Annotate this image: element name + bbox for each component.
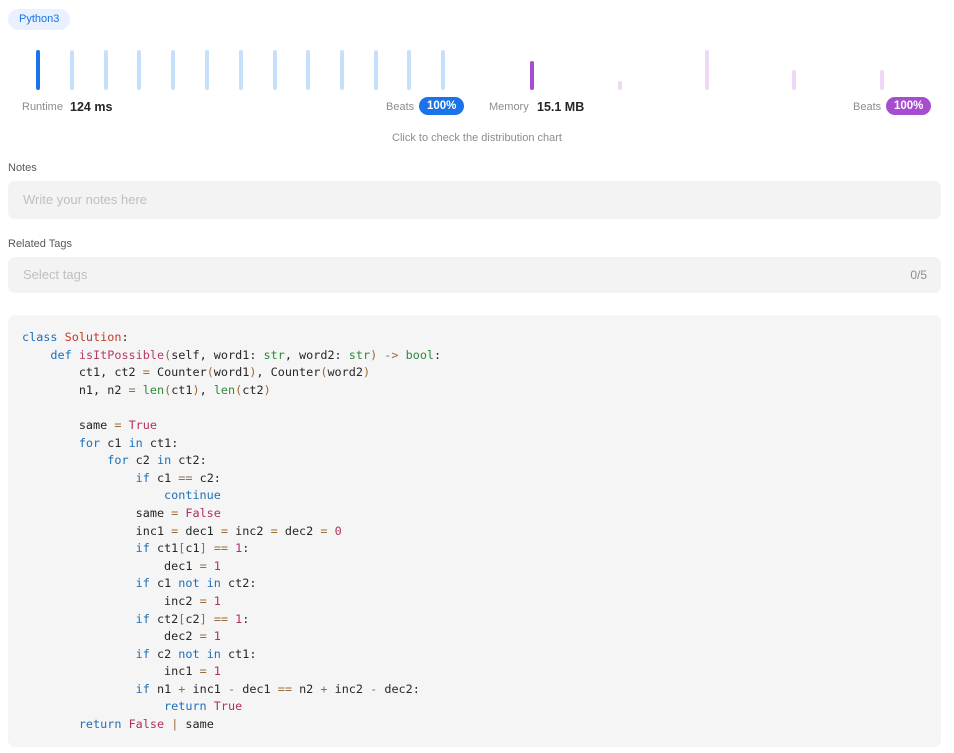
- code-line: same = True: [22, 417, 157, 432]
- code-line: if c1 not in ct2:: [135, 576, 257, 591]
- runtime-bar[interactable]: [306, 50, 310, 90]
- runtime-bar[interactable]: [441, 50, 445, 90]
- tags-placeholder: Select tags: [23, 267, 88, 282]
- runtime-bar[interactable]: [36, 50, 40, 90]
- runtime-bar[interactable]: [171, 50, 175, 90]
- code-line: if n1 + inc1 - dec1 == n2 + inc2 - dec2:: [135, 681, 420, 696]
- code-line: continue: [164, 488, 221, 503]
- code-line: for c2 in ct2:: [107, 453, 207, 468]
- code-line: def isItPossible(self, word1: str, word2…: [50, 347, 442, 362]
- memory-bar[interactable]: [705, 50, 709, 90]
- runtime-bar[interactable]: [273, 50, 277, 90]
- code-block[interactable]: class Solution: def isItPossible(self, w…: [8, 315, 941, 747]
- memory-beats-badge: 100%: [886, 97, 932, 115]
- code-line: inc1 = 1: [22, 664, 221, 679]
- memory-bar[interactable]: [530, 61, 534, 90]
- runtime-bar[interactable]: [104, 50, 108, 90]
- code-line: same = False: [22, 505, 221, 520]
- code-line: if c1 == c2:: [135, 470, 221, 485]
- code-line: for c1 in ct1:: [78, 435, 179, 450]
- tags-count: 0/5: [910, 268, 927, 282]
- runtime-bar[interactable]: [239, 50, 243, 90]
- code-line: if c2 not in ct1:: [135, 646, 257, 661]
- runtime-label: Runtime: [22, 101, 63, 113]
- code-line: return True: [164, 699, 243, 714]
- code-line: class Solution:: [22, 330, 129, 344]
- notes-label: Notes: [8, 162, 37, 174]
- distribution-chart[interactable]: [0, 0, 954, 100]
- runtime-beats-label: Beats: [386, 101, 415, 113]
- code-line: n1, n2 = len(ct1), len(ct2): [22, 382, 271, 397]
- runtime-bar[interactable]: [70, 50, 74, 90]
- tags-label: Related Tags: [8, 238, 73, 250]
- runtime-beats-badge: 100%: [419, 97, 465, 115]
- runtime-bar[interactable]: [205, 50, 209, 90]
- code-line: ct1, ct2 = Counter(word1), Counter(word2…: [22, 365, 371, 380]
- memory-beats-label: Beats: [853, 101, 882, 113]
- memory-bar[interactable]: [618, 81, 622, 90]
- code-line: if ct1[c1] == 1:: [135, 541, 250, 556]
- memory-label: Memory: [489, 101, 529, 113]
- memory-bar[interactable]: [792, 70, 796, 90]
- runtime-value: 124 ms: [70, 100, 113, 114]
- memory-bar[interactable]: [880, 70, 884, 90]
- memory-value: 15.1 MB: [537, 100, 585, 114]
- runtime-bar[interactable]: [340, 50, 344, 90]
- tags-select[interactable]: Select tags 0/5: [8, 257, 941, 293]
- code-line: dec1 = 1: [22, 558, 221, 573]
- notes-placeholder: Write your notes here: [23, 192, 148, 207]
- runtime-bar[interactable]: [137, 50, 141, 90]
- notes-input[interactable]: Write your notes here: [8, 181, 941, 219]
- code-line: inc2 = 1: [22, 593, 221, 608]
- code-line: return False | same: [78, 717, 214, 732]
- code-line: dec2 = 1: [22, 629, 221, 644]
- runtime-bar[interactable]: [407, 50, 411, 90]
- code-line: inc1 = dec1 = inc2 = dec2 = 0: [22, 523, 342, 538]
- distribution-hint[interactable]: Click to check the distribution chart: [0, 132, 954, 144]
- runtime-bar[interactable]: [374, 50, 378, 90]
- code-line: if ct2[c2] == 1:: [135, 611, 250, 626]
